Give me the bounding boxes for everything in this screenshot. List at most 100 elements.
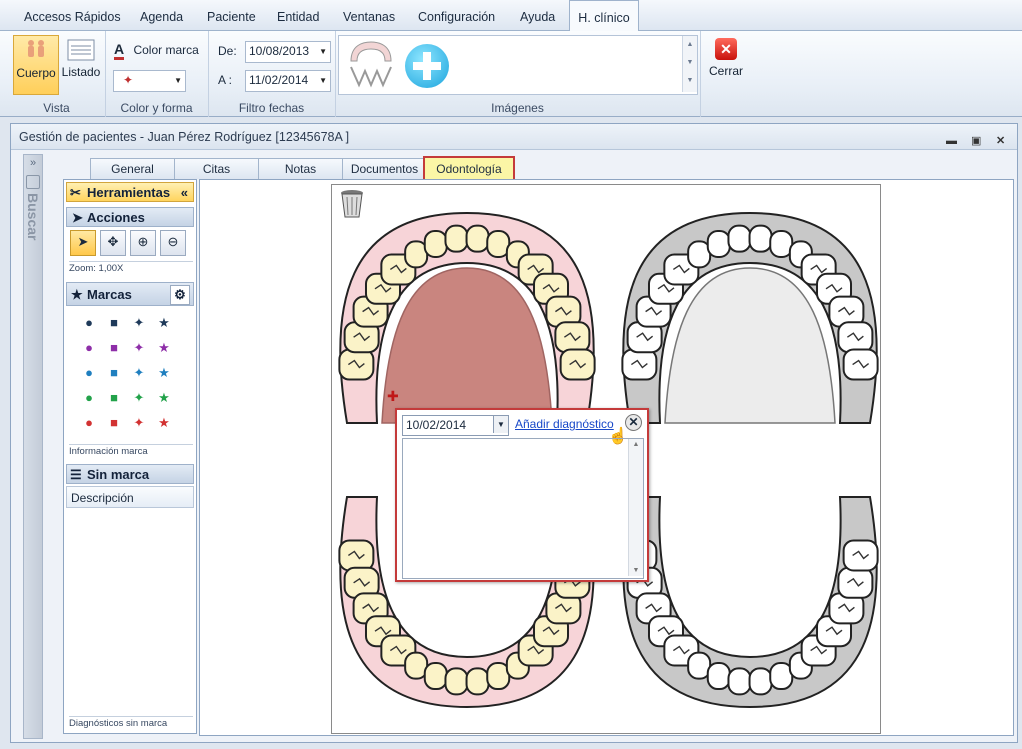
mark-square-icon[interactable]: ■ xyxy=(105,341,123,355)
add-image-button[interactable] xyxy=(405,44,449,88)
menu-ventanas[interactable]: Ventanas xyxy=(343,0,395,31)
chevron-down-icon: ▼ xyxy=(174,76,182,85)
mark-sparkle-icon[interactable]: ✦ xyxy=(130,341,148,355)
expand-chevron-icon[interactable]: » xyxy=(24,157,42,169)
diagnosis-date-select[interactable]: 10/02/2014 ▼ xyxy=(402,415,509,436)
menu-ayuda[interactable]: Ayuda xyxy=(520,0,555,31)
teeth-image-icon[interactable] xyxy=(345,39,397,89)
diagnosticos-sin-marca-label: Diagnósticos sin marca xyxy=(69,716,193,729)
upper-arch-blank xyxy=(621,211,879,424)
chevron-down-icon: ▼ xyxy=(319,47,327,56)
mark-circle-icon[interactable]: ● xyxy=(80,416,98,430)
mark-sparkle-icon[interactable]: ✦ xyxy=(130,316,148,330)
plus-icon-bar xyxy=(413,62,441,70)
cuerpo-label: Cuerpo xyxy=(16,66,56,80)
upper-arch-patient xyxy=(338,211,596,424)
mark-sparkle-icon[interactable]: ✦ xyxy=(130,366,148,380)
marker-shape-select[interactable]: ✦ ▼ xyxy=(113,70,186,92)
window-title-bar: Gestión de pacientes - Juan Pérez Rodríg… xyxy=(11,124,1017,150)
mark-star-icon[interactable]: ★ xyxy=(155,341,173,355)
buscar-panel-collapsed[interactable]: » Buscar xyxy=(23,154,43,739)
mark-square-icon[interactable]: ■ xyxy=(105,391,123,405)
menu-configuracion[interactable]: Configuración xyxy=(418,0,495,31)
tools-icon: ✂ xyxy=(70,185,81,200)
collapse-chevron-icon[interactable]: « xyxy=(181,183,188,203)
listado-button[interactable]: Listado xyxy=(59,35,103,93)
close-icon[interactable]: ✕ xyxy=(996,128,1005,154)
menu-bar: Accesos Rápidos Agenda Paciente Entidad … xyxy=(0,0,1022,33)
mark-square-icon[interactable]: ■ xyxy=(105,366,123,380)
pointer-icon: ➤ xyxy=(72,210,83,225)
mark-square-icon[interactable]: ■ xyxy=(105,316,123,330)
herramientas-header[interactable]: ✂ Herramientas « xyxy=(66,182,194,202)
listado-label: Listado xyxy=(61,65,101,79)
menu-paciente[interactable]: Paciente xyxy=(207,0,256,31)
scroll-up-icon[interactable]: ▲ xyxy=(629,441,643,448)
cerrar-label: Cerrar xyxy=(708,64,743,78)
mark-star-icon[interactable]: ★ xyxy=(155,416,173,430)
buscar-label: Buscar xyxy=(25,193,41,241)
imagenes-group-label: Imágenes xyxy=(491,101,544,115)
scroll-up-icon[interactable]: ▲ xyxy=(683,36,697,54)
color-marca-button[interactable]: A Color marca xyxy=(114,41,199,60)
scroll-down-icon[interactable]: ▼ xyxy=(629,567,643,574)
textarea-scrollbar[interactable]: ▲ ▼ xyxy=(628,439,643,576)
gallery-scrollbar[interactable]: ▲ ▼ ▼ xyxy=(682,36,697,92)
placed-marker-icon[interactable]: ✚ xyxy=(387,389,399,405)
tab-general[interactable]: General xyxy=(90,158,175,179)
mark-star-icon[interactable]: ★ xyxy=(155,316,173,330)
gear-icon[interactable]: ⚙ xyxy=(170,285,190,305)
mark-star-icon[interactable]: ★ xyxy=(155,366,173,380)
list-icon: ☰ xyxy=(70,467,82,482)
diagnosis-textarea[interactable]: ▲ ▼ xyxy=(402,438,644,579)
tab-citas[interactable]: Citas xyxy=(174,158,259,179)
zoom-in-button[interactable]: ⊕ xyxy=(130,230,156,256)
zoom-out-icon: ⊖ xyxy=(167,234,179,249)
restore-icon[interactable]: ▣ xyxy=(971,128,981,154)
menu-h-clinico[interactable]: H. clínico xyxy=(569,0,639,33)
scroll-down-icon[interactable]: ▼ xyxy=(683,54,697,72)
pointer-icon: ➤ xyxy=(77,234,89,249)
tab-documentos[interactable]: Documentos xyxy=(342,158,427,179)
descripcion-column-header[interactable]: Descripción xyxy=(66,486,194,508)
mark-square-icon[interactable]: ■ xyxy=(105,416,123,430)
mark-circle-icon[interactable]: ● xyxy=(80,316,98,330)
date-from-value: 10/08/2013 xyxy=(249,44,310,58)
acciones-header: ➤ Acciones xyxy=(66,207,194,227)
search-icon xyxy=(26,175,40,189)
minimize-icon[interactable]: ▬ xyxy=(946,128,957,154)
color-marca-label: Color marca xyxy=(133,43,199,57)
chevron-down-icon[interactable]: ▼ xyxy=(493,416,508,433)
a-label: A : xyxy=(218,73,233,87)
move-tool-button[interactable]: ✥ xyxy=(100,230,126,256)
date-to-select[interactable]: 11/02/2014 ▼ xyxy=(245,70,331,92)
mark-circle-icon[interactable]: ● xyxy=(80,391,98,405)
marcas-header: ★ Marcas ⚙ xyxy=(66,282,194,306)
menu-accesos-rapidos[interactable]: Accesos Rápidos xyxy=(24,0,121,31)
mark-sparkle-icon[interactable]: ✦ xyxy=(130,391,148,405)
menu-entidad[interactable]: Entidad xyxy=(277,0,319,31)
mark-star-icon[interactable]: ★ xyxy=(155,391,173,405)
diagnosis-popup: 10/02/2014 ▼ Añadir diagnóstico ☝ ✕ ▲ ▼ xyxy=(395,408,649,582)
menu-agenda[interactable]: Agenda xyxy=(140,0,183,31)
select-tool-button[interactable]: ➤ xyxy=(70,230,96,256)
chevron-down-icon: ▼ xyxy=(319,76,327,85)
group-color-forma: A Color marca ✦ ▼ Color y forma xyxy=(105,31,209,117)
filtro-group-label: Filtro fechas xyxy=(238,101,305,115)
mark-circle-icon[interactable]: ● xyxy=(80,341,98,355)
mark-circle-icon[interactable]: ● xyxy=(80,366,98,380)
list-icon xyxy=(67,39,95,61)
acciones-label: Acciones xyxy=(87,210,145,225)
tab-notas[interactable]: Notas xyxy=(258,158,343,179)
gallery-expand-icon[interactable]: ▼ xyxy=(683,72,697,90)
cuerpo-button[interactable]: Cuerpo xyxy=(13,35,59,95)
cerrar-button[interactable]: ✕ Cerrar xyxy=(704,36,748,94)
date-from-select[interactable]: 10/08/2013 ▼ xyxy=(245,41,331,63)
add-diagnosis-link[interactable]: Añadir diagnóstico xyxy=(515,417,614,431)
de-label: De: xyxy=(218,44,237,58)
close-icon[interactable]: ✕ xyxy=(625,414,642,431)
mark-sparkle-icon[interactable]: ✦ xyxy=(130,416,148,430)
body-icon xyxy=(28,40,44,57)
zoom-out-button[interactable]: ⊖ xyxy=(160,230,186,256)
star-icon: ★ xyxy=(71,287,83,302)
